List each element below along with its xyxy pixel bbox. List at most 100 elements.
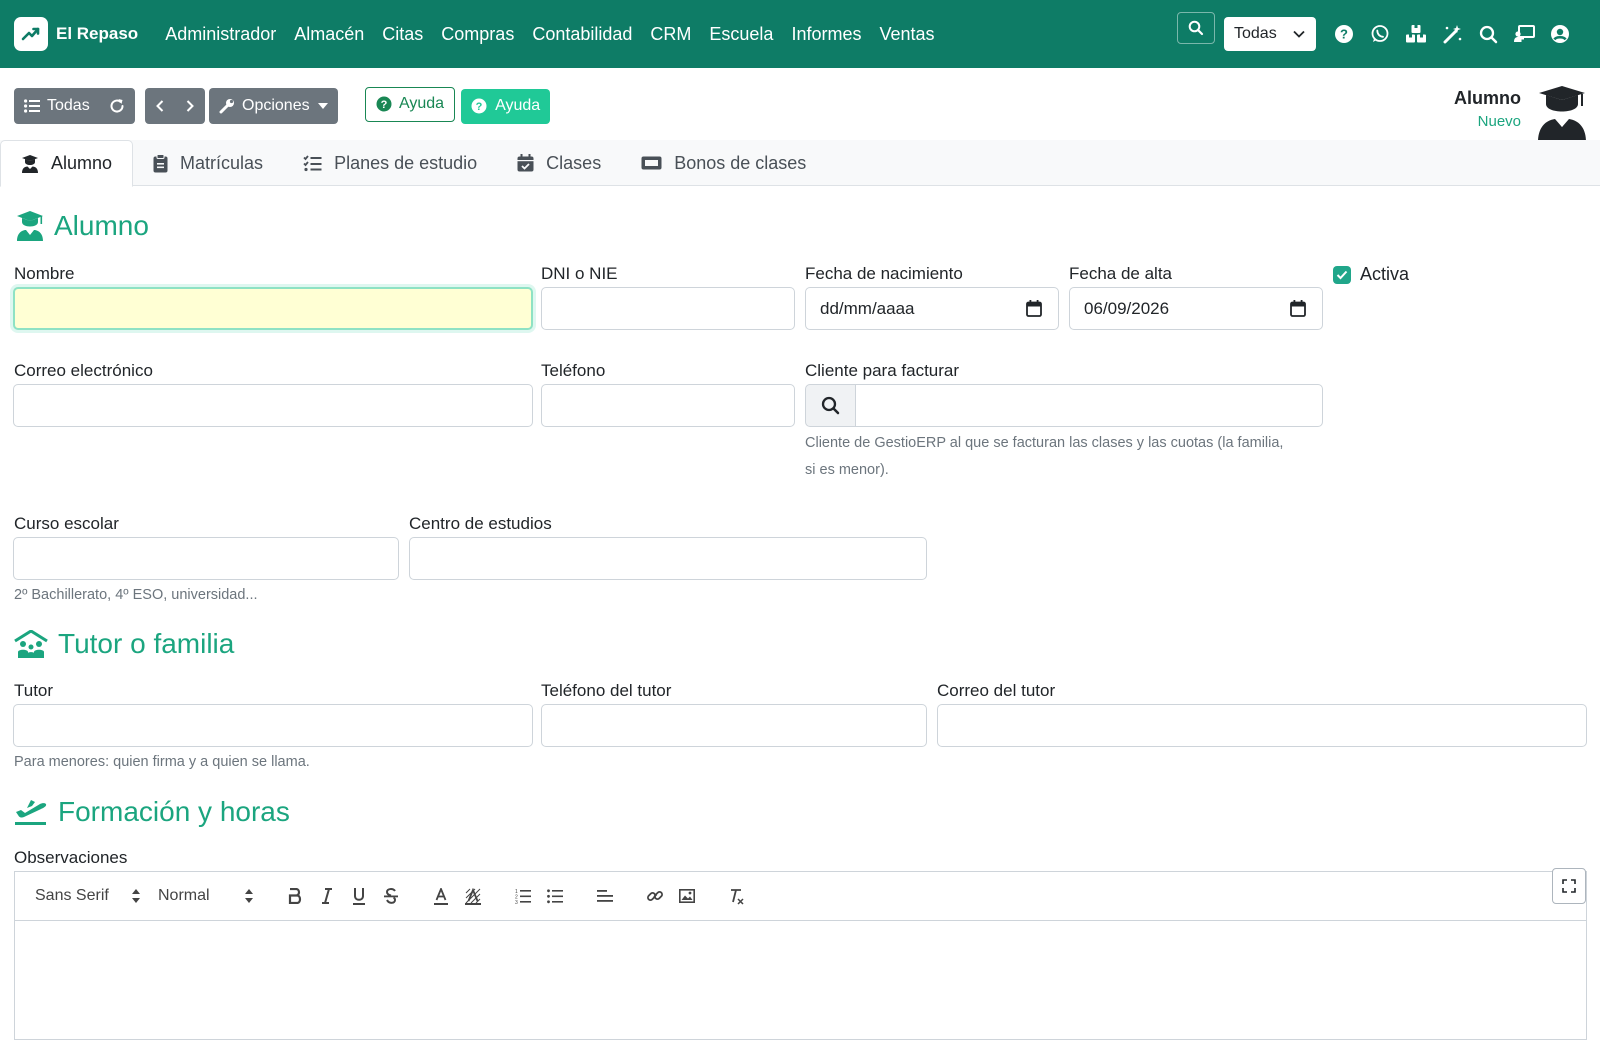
curso-label: Curso escolar (14, 514, 119, 533)
menu-almacen[interactable]: Almacén (285, 24, 373, 45)
house-family-icon (14, 630, 48, 658)
fecha-alta-label: Fecha de alta (1069, 264, 1173, 283)
help-icon[interactable]: ? (1326, 16, 1362, 52)
curso-input[interactable] (13, 537, 399, 580)
activa-checkbox[interactable]: Activa (1333, 264, 1409, 285)
correo-tutor-input[interactable] (937, 704, 1587, 747)
previous-button[interactable] (145, 88, 175, 124)
company-select-value: Todas (1234, 25, 1277, 42)
record-status: Nuevo (1477, 113, 1521, 130)
image-icon[interactable] (671, 882, 703, 910)
options-label: Opciones (242, 97, 310, 114)
svg-text:?: ? (1340, 27, 1348, 42)
caret-down-icon (317, 103, 328, 109)
font-family-value: Sans Serif (35, 887, 109, 904)
menu-administrador[interactable]: Administrador (156, 24, 285, 45)
tab-matriculas[interactable]: Matrículas (133, 140, 283, 186)
help-outline-button[interactable]: ? Ayuda (365, 86, 456, 122)
list-all-button[interactable]: Todas (14, 88, 135, 124)
menu-informes[interactable]: Informes (782, 24, 870, 45)
magic-wand-icon[interactable] (1434, 16, 1470, 52)
menu-citas[interactable]: Citas (373, 24, 432, 45)
cliente-help-line: si es menor). (805, 462, 889, 478)
telefono-tutor-input[interactable] (541, 704, 927, 747)
dni-input[interactable] (541, 287, 795, 330)
tutor-input[interactable] (13, 704, 533, 747)
record-nav-group (145, 88, 205, 124)
menu-compras[interactable]: Compras (432, 24, 523, 45)
tasks-icon (303, 154, 322, 171)
company-select[interactable]: Todas (1224, 17, 1316, 51)
brand[interactable]: El Repaso (14, 17, 138, 51)
chevron-right-icon (186, 100, 194, 112)
background-color-icon[interactable] (457, 882, 489, 910)
tab-label: Planes de estudio (334, 152, 478, 173)
italic-icon[interactable] (311, 882, 343, 910)
nombre-input[interactable] (13, 287, 533, 330)
svg-text:3: 3 (515, 900, 518, 904)
clear-format-icon[interactable] (721, 882, 753, 910)
menu-escuela[interactable]: Escuela (700, 24, 782, 45)
record-header: Alumno Nuevo (1454, 86, 1587, 142)
chevron-down-icon (1293, 30, 1305, 38)
fecha-alta-input[interactable]: 06/09/2026 (1069, 287, 1323, 330)
next-button[interactable] (175, 88, 205, 124)
search-icon (1188, 20, 1204, 36)
strikethrough-icon[interactable] (375, 882, 407, 910)
trend-up-logo-icon (14, 17, 48, 51)
help-outline-label: Ayuda (399, 95, 445, 112)
centro-label: Centro de estudios (409, 514, 552, 533)
calendar-check-icon (517, 154, 534, 172)
fullscreen-button[interactable] (1552, 868, 1586, 904)
calendar-icon[interactable] (1290, 300, 1306, 317)
correo-input[interactable] (13, 384, 533, 427)
help-fill-button[interactable]: ? Ayuda (461, 88, 551, 124)
options-dropdown[interactable]: Opciones (209, 88, 338, 124)
calendar-icon[interactable] (1026, 300, 1042, 317)
ticket-icon (641, 156, 662, 170)
svg-text:?: ? (381, 99, 388, 111)
menu-ventas[interactable]: Ventas (870, 24, 943, 45)
cliente-label: Cliente para facturar (805, 361, 960, 380)
whatsapp-icon[interactable] (1362, 16, 1398, 52)
telefono-label: Teléfono (541, 361, 606, 380)
link-icon[interactable] (639, 882, 671, 910)
telefono-input[interactable] (541, 384, 795, 427)
font-family-select[interactable]: Sans Serif (35, 887, 140, 905)
fecha-nacimiento-input[interactable]: dd/mm/aaaa (805, 287, 1059, 330)
clipboard-icon (153, 153, 168, 172)
section-tutor-title: Tutor o familia (14, 628, 234, 660)
font-size-select[interactable]: Normal (158, 887, 253, 905)
tab-alumno[interactable]: Alumno (0, 140, 134, 187)
user-circle-icon[interactable] (1542, 16, 1578, 52)
menu-contabilidad[interactable]: Contabilidad (523, 24, 641, 45)
check-icon (1333, 265, 1351, 284)
tab-clases[interactable]: Clases (497, 140, 621, 186)
boxes-icon[interactable] (1398, 16, 1434, 52)
user-graduate-large-icon (1538, 86, 1586, 142)
list-icon (24, 99, 40, 113)
nav-search-button[interactable] (1177, 12, 1215, 44)
bold-icon[interactable] (279, 882, 311, 910)
centro-input[interactable] (409, 537, 927, 580)
tab-label: Alumno (51, 153, 113, 173)
observaciones-editor[interactable] (14, 920, 1587, 1040)
chalkboard-teacher-icon[interactable] (1506, 16, 1542, 52)
menu-crm[interactable]: CRM (641, 24, 700, 45)
tab-bonos-clases[interactable]: Bonos de clases (621, 140, 826, 186)
tutor-label: Tutor (14, 681, 54, 700)
bullet-list-icon[interactable] (539, 882, 571, 910)
ordered-list-icon[interactable]: 123 (507, 882, 539, 910)
font-size-value: Normal (158, 887, 210, 904)
refresh-icon[interactable] (109, 98, 125, 114)
section-label: Tutor o familia (58, 628, 235, 659)
cliente-search-button[interactable] (805, 384, 856, 427)
nav-actions: Todas ? (1177, 12, 1578, 56)
wrench-icon (219, 99, 234, 114)
tab-planes-estudio[interactable]: Planes de estudio (283, 140, 497, 186)
text-color-icon[interactable] (425, 882, 457, 910)
cliente-input[interactable] (855, 384, 1323, 427)
underline-icon[interactable] (343, 882, 375, 910)
align-left-icon[interactable] (589, 882, 621, 910)
search-icon[interactable] (1470, 16, 1506, 52)
